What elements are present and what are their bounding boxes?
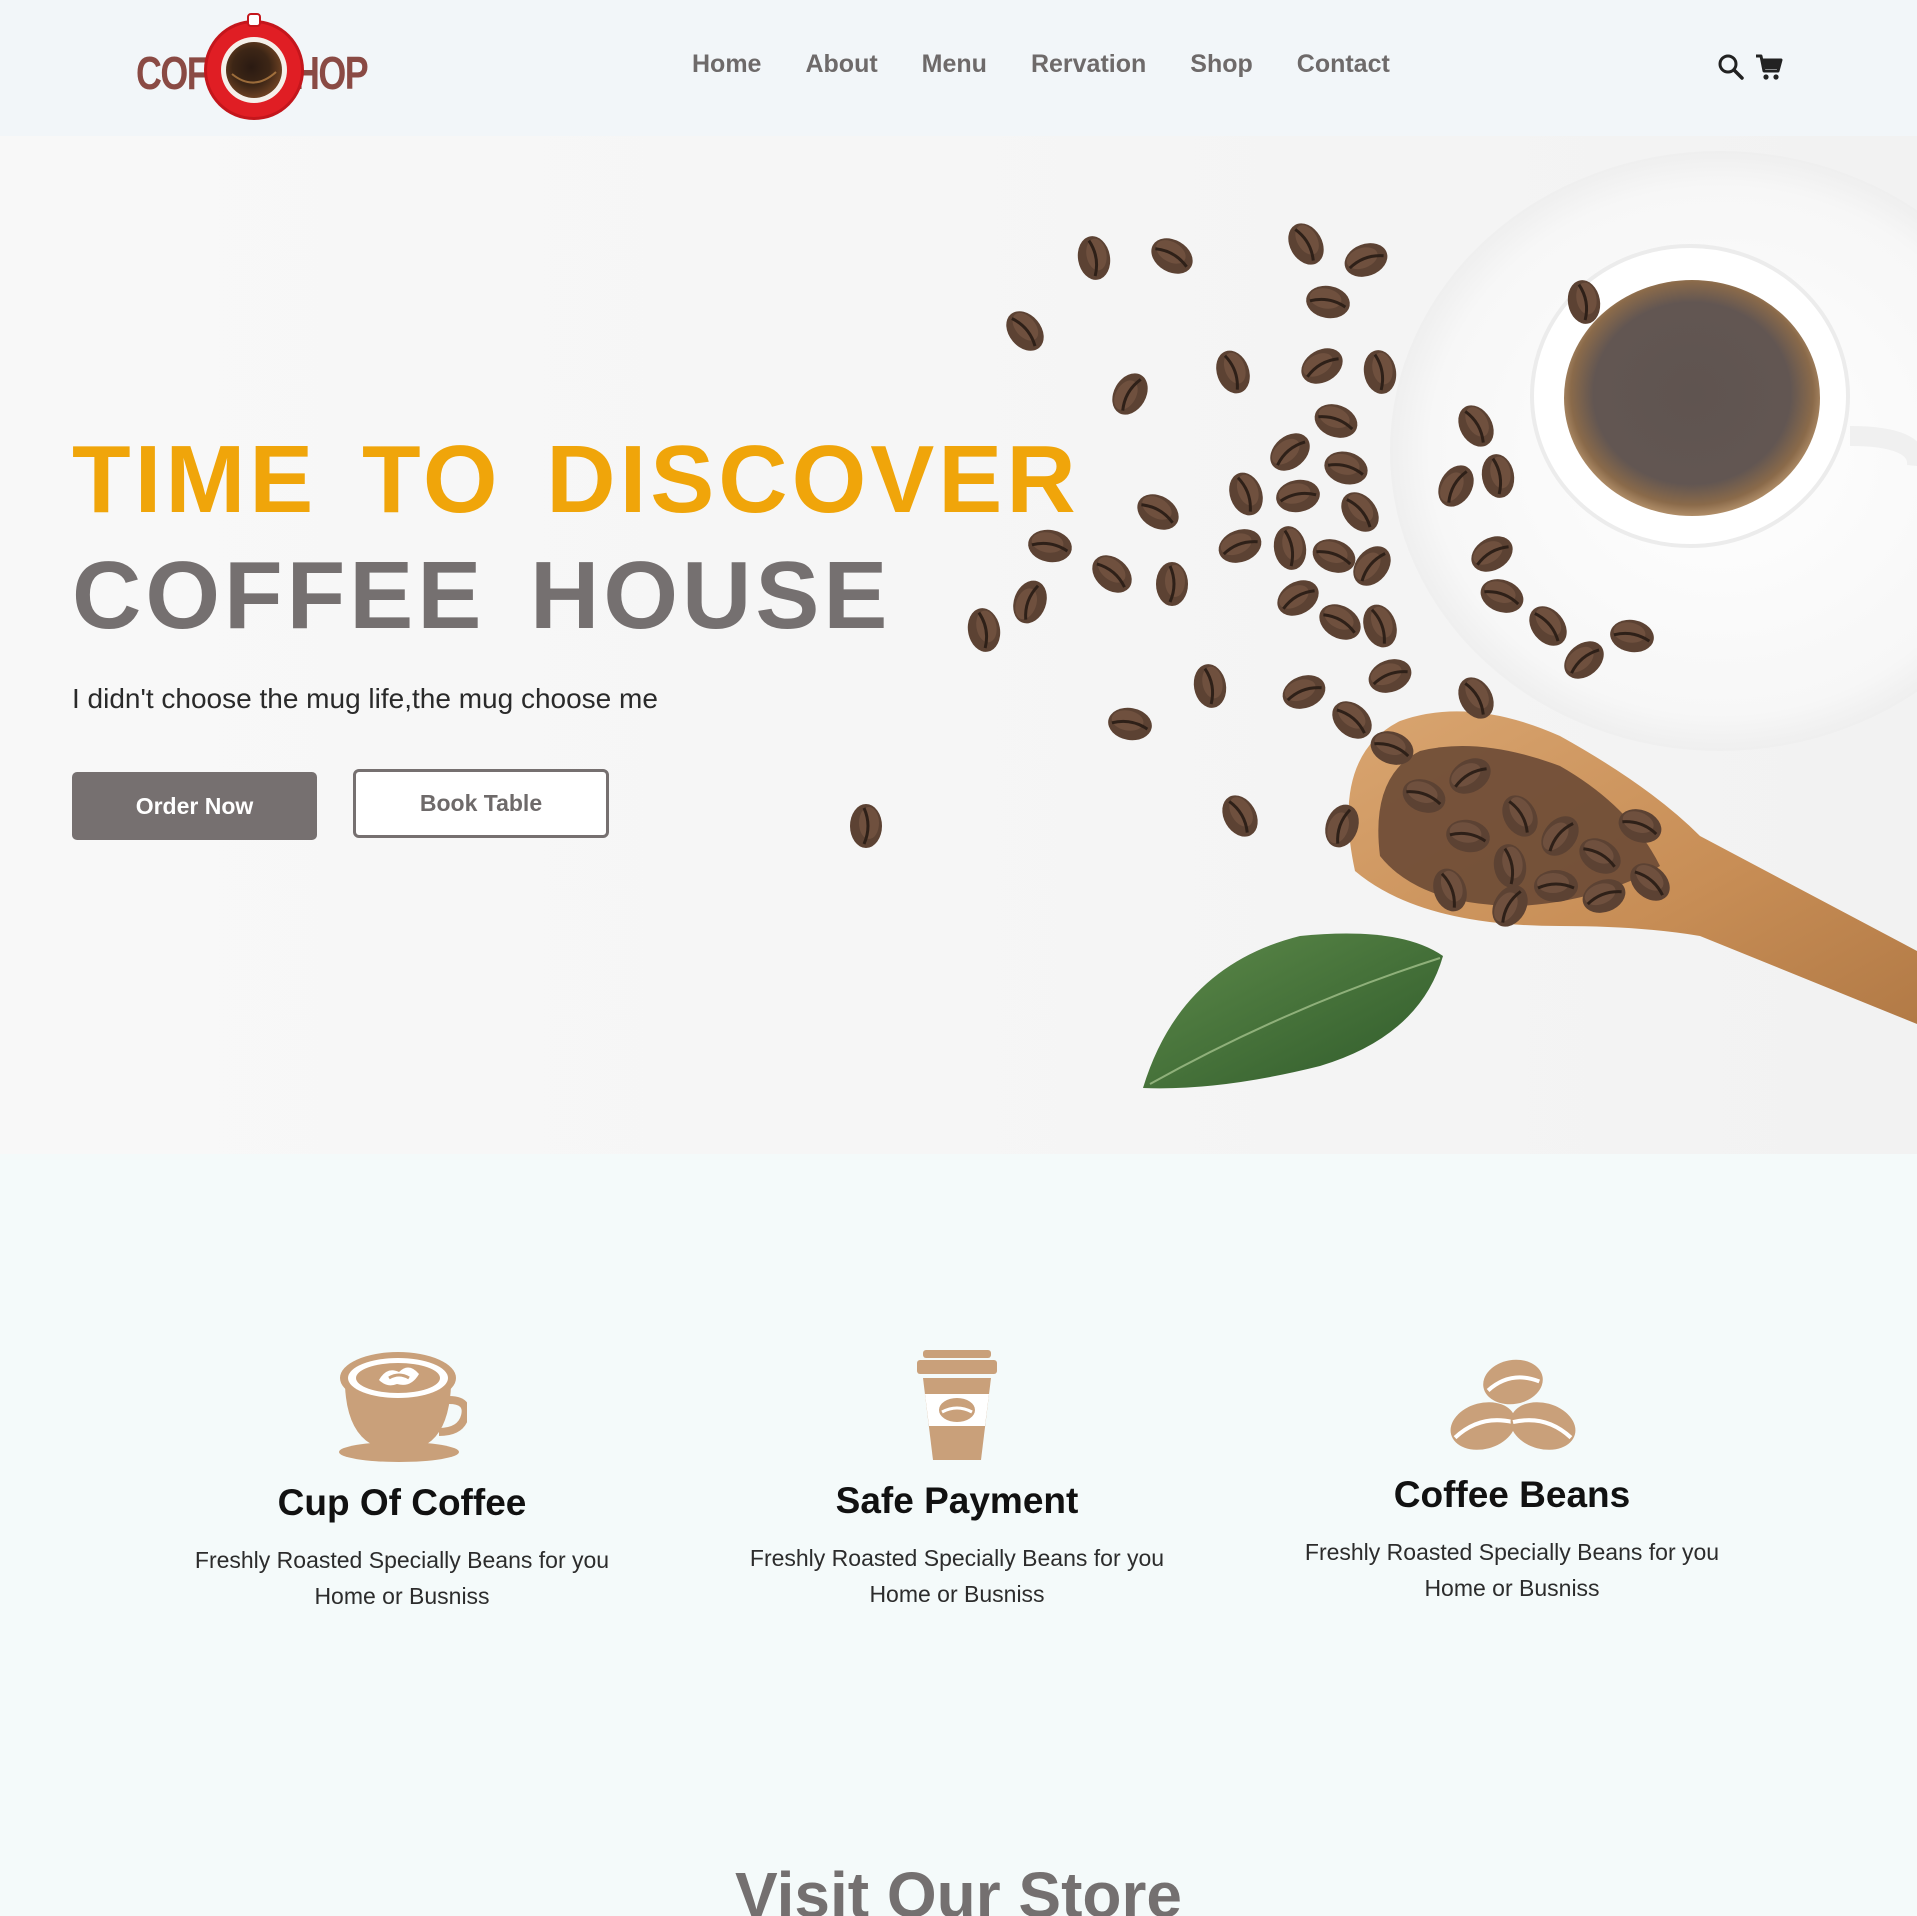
book-table-button[interactable]: Book Table [353, 769, 609, 838]
cart-icon[interactable] [1754, 52, 1784, 82]
hero-tagline: I didn't choose the mug life,the mug cho… [72, 683, 658, 714]
nav-reservation[interactable]: Rervation [1031, 50, 1146, 79]
logo-text-left: COF [136, 47, 209, 99]
hero-title-line2: COFFEE HOUSE [72, 542, 892, 649]
feature-title: Cup Of Coffee [277, 1482, 527, 1523]
nav-home[interactable]: Home [692, 50, 761, 79]
nav-contact[interactable]: Contact [1297, 50, 1390, 79]
order-now-button[interactable]: Order Now [72, 772, 317, 840]
page: COF HOP Home About Menu Rervation Shop C… [0, 0, 1917, 1916]
hero-section: TIME TO DISCOVER COFFEE HOUSE I didn't c… [0, 136, 1917, 1154]
search-icon[interactable] [1716, 52, 1746, 82]
takeaway-cup-icon [917, 1350, 997, 1460]
feature-safe-payment: Safe Payment Freshly Roasted Specially B… [737, 1350, 1177, 1612]
feature-text: Freshly Roasted Specially Beans for you … [749, 1545, 1165, 1607]
feature-text: Freshly Roasted Specially Beans for you … [194, 1547, 610, 1609]
hero-title-line1: TIME TO DISCOVER [72, 426, 1080, 533]
feature-title: Coffee Beans [1393, 1474, 1631, 1515]
header-actions [1716, 52, 1784, 82]
coffee-cup-icon [339, 1352, 467, 1462]
feature-coffee-beans: Coffee Beans Freshly Roasted Specially B… [1292, 1356, 1732, 1606]
coffee-beans-icon [1450, 1359, 1576, 1450]
feature-text: Freshly Roasted Specially Beans for you … [1304, 1539, 1720, 1601]
nav-shop[interactable]: Shop [1190, 50, 1253, 79]
coffee-cup-logo-icon [204, 13, 304, 120]
nav-menu[interactable]: Menu [922, 50, 987, 79]
feature-title: Safe Payment [835, 1480, 1079, 1521]
site-logo[interactable]: COF HOP [136, 12, 369, 122]
main-nav: Home About Menu Rervation Shop Contact [692, 50, 1390, 79]
nav-about[interactable]: About [805, 50, 877, 79]
feature-cup-of-coffee: Cup Of Coffee Freshly Roasted Specially … [182, 1348, 622, 1614]
site-header: COF HOP Home About Menu Rervation Shop C… [0, 0, 1917, 136]
visit-store-heading: Visit Our Store [735, 1859, 1182, 1916]
hero-title: TIME TO DISCOVER COFFEE HOUSE [72, 422, 1080, 654]
